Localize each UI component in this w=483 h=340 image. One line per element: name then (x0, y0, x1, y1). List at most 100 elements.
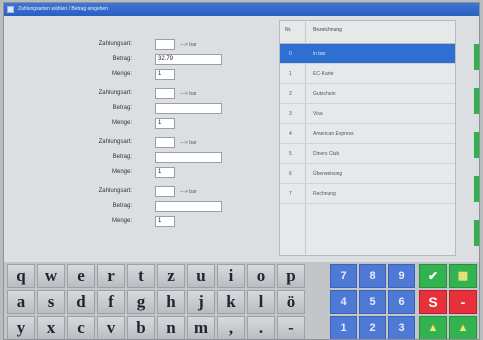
menge-label: Menge: (111, 71, 132, 77)
key-p[interactable]: p (277, 264, 305, 288)
key-period[interactable]: . (247, 316, 275, 339)
menge-input[interactable]: 1 (155, 69, 175, 80)
key-5[interactable]: 5 (359, 290, 386, 314)
list-item[interactable]: 0 in bar (280, 44, 455, 64)
key-z[interactable]: z (157, 264, 185, 288)
header-nr: Nr. (285, 27, 292, 33)
row-name: Gutschein (313, 91, 336, 97)
s-button[interactable]: S (419, 290, 447, 314)
key-7[interactable]: 7 (330, 264, 357, 288)
side-tab[interactable] (474, 132, 479, 158)
betrag-label: Betrag: (112, 203, 132, 209)
row-nr: 4 (289, 131, 292, 137)
up-arrow-button-2[interactable]: ▲ (449, 316, 477, 339)
list-item[interactable]: 3 Visa (280, 104, 455, 124)
list-item[interactable]: 1 EC-Karte (280, 64, 455, 84)
row-name: Diners Club (313, 151, 340, 157)
key-i[interactable]: i (217, 264, 245, 288)
key-f[interactable]: f (97, 290, 125, 314)
key-n[interactable]: n (157, 316, 185, 339)
app-window: Zahlungsarten wählen / Betrag eingeben Z… (3, 2, 480, 340)
key-m[interactable]: m (187, 316, 215, 339)
key-9[interactable]: 9 (388, 264, 415, 288)
side-tab[interactable] (474, 220, 479, 246)
side-tab[interactable] (474, 88, 479, 114)
menge-label: Menge: (111, 169, 132, 175)
key-a[interactable]: a (7, 290, 35, 314)
list-item[interactable]: 5 Diners Club (280, 144, 455, 164)
key-y[interactable]: y (7, 316, 35, 339)
row-nr: 7 (289, 191, 292, 197)
key-g[interactable]: g (127, 290, 155, 314)
header-bezeichnung: Bezeichnung (313, 27, 342, 33)
menge-label: Menge: (111, 120, 132, 126)
row-name: in bar (313, 51, 326, 57)
key-k[interactable]: k (217, 290, 245, 314)
key-r[interactable]: r (97, 264, 125, 288)
key-oe[interactable]: ö (277, 290, 305, 314)
key-u[interactable]: u (187, 264, 215, 288)
key-x[interactable]: x (37, 316, 65, 339)
key-w[interactable]: w (37, 264, 65, 288)
zahlungsart-input[interactable] (155, 137, 175, 148)
key-8[interactable]: 8 (359, 264, 386, 288)
key-1[interactable]: 1 (330, 316, 357, 339)
key-2[interactable]: 2 (359, 316, 386, 339)
key-e[interactable]: e (67, 264, 95, 288)
grid-button[interactable]: ▦ (449, 264, 477, 288)
title-bar: Zahlungsarten wählen / Betrag eingeben (4, 3, 479, 16)
key-j[interactable]: j (187, 290, 215, 314)
row-name: American Express (313, 131, 354, 137)
zahlungsart-input[interactable] (155, 88, 175, 99)
zahlungsart-label: Zahlungsart: (98, 41, 132, 47)
key-3[interactable]: 3 (388, 316, 415, 339)
key-h[interactable]: h (157, 290, 185, 314)
row-name: EC-Karte (313, 71, 334, 77)
side-tab[interactable] (474, 176, 479, 202)
app-icon (7, 6, 14, 13)
minus-button[interactable]: - (449, 290, 477, 314)
key-d[interactable]: d (67, 290, 95, 314)
row-nr: 0 (289, 51, 292, 57)
menge-label: Menge: (111, 218, 132, 224)
betrag-label: Betrag: (112, 105, 132, 111)
onscreen-keyboard: q w e r t z u i o p 7 8 9 ✔ ▦ a s d f g … (4, 262, 479, 339)
list-item[interactable]: 2 Gutschein (280, 84, 455, 104)
zahlungsart-selected: ---> bar (180, 189, 197, 195)
betrag-input[interactable] (155, 152, 222, 163)
key-4[interactable]: 4 (330, 290, 357, 314)
key-c[interactable]: c (67, 316, 95, 339)
key-s[interactable]: s (37, 290, 65, 314)
up-arrow-button[interactable]: ▲ (419, 316, 447, 339)
betrag-label: Betrag: (112, 154, 132, 160)
list-item[interactable]: 4 American Express (280, 124, 455, 144)
key-hyphen[interactable]: - (277, 316, 305, 339)
key-6[interactable]: 6 (388, 290, 415, 314)
key-b[interactable]: b (127, 316, 155, 339)
zahlungsart-selected: ---> bar (180, 91, 197, 97)
betrag-label: Betrag: (112, 56, 132, 62)
side-tab[interactable] (474, 44, 479, 70)
row-name: Rechnung (313, 191, 336, 197)
key-l[interactable]: l (247, 290, 275, 314)
main-area: Zahlungsart: ---> bar Betrag: 32.79 Meng… (4, 16, 479, 262)
betrag-input[interactable] (155, 103, 222, 114)
betrag-input[interactable]: 32.79 (155, 54, 222, 65)
betrag-input[interactable] (155, 201, 222, 212)
payment-type-list: Nr. Bezeichnung 0 in bar 1 EC-Karte 2 Gu… (279, 20, 456, 256)
key-comma[interactable]: , (217, 316, 245, 339)
ok-button[interactable]: ✔ (419, 264, 447, 288)
row-nr: 6 (289, 171, 292, 177)
key-v[interactable]: v (97, 316, 125, 339)
zahlungsart-selected: ---> bar (180, 42, 197, 48)
key-t[interactable]: t (127, 264, 155, 288)
menge-input[interactable]: 1 (155, 216, 175, 227)
list-item[interactable]: 6 Überweisung (280, 164, 455, 184)
zahlungsart-input[interactable] (155, 39, 175, 50)
zahlungsart-input[interactable] (155, 186, 175, 197)
key-q[interactable]: q (7, 264, 35, 288)
key-o[interactable]: o (247, 264, 275, 288)
list-item[interactable]: 7 Rechnung (280, 184, 455, 204)
menge-input[interactable]: 1 (155, 167, 175, 178)
menge-input[interactable]: 1 (155, 118, 175, 129)
